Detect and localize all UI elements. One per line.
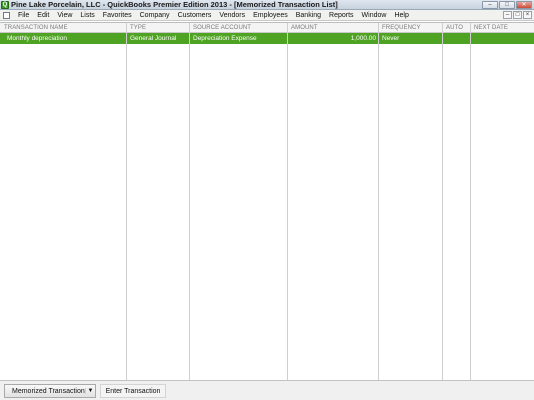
bottom-toolbar: Memorized Transaction ▼ Enter Transactio… xyxy=(0,380,534,400)
quickbooks-logo-icon: Q xyxy=(1,0,9,9)
menu-vendors[interactable]: Vendors xyxy=(215,12,249,19)
maximize-button[interactable]: □ xyxy=(499,1,515,9)
memorized-transaction-menu-button[interactable]: Memorized Transaction ▼ xyxy=(4,384,96,398)
cell-auto xyxy=(443,33,470,44)
col-amount[interactable]: AMOUNT xyxy=(288,23,378,33)
cell-source-account: Depreciation Expense xyxy=(193,35,257,42)
column-divider xyxy=(189,23,190,381)
menu-edit[interactable]: Edit xyxy=(33,12,53,19)
column-divider xyxy=(378,23,379,381)
column-divider xyxy=(470,23,471,381)
cell-frequency: Never xyxy=(382,35,400,42)
column-divider xyxy=(442,23,443,381)
window-controls: – □ ✕ xyxy=(482,1,532,9)
memorized-transaction-label: Memorized Transaction xyxy=(12,387,85,395)
document-window-controls: – □ × xyxy=(503,11,532,19)
menu-reports[interactable]: Reports xyxy=(325,12,358,19)
memorized-transaction-table: TRANSACTION NAME TYPE SOURCE ACCOUNT AMO… xyxy=(0,22,534,381)
col-type[interactable]: TYPE xyxy=(127,23,189,33)
col-source-account[interactable]: SOURCE ACCOUNT xyxy=(190,23,287,33)
cell-next-date xyxy=(471,33,534,44)
document-icon[interactable] xyxy=(3,11,10,19)
menu-help[interactable]: Help xyxy=(390,12,412,19)
menu-window[interactable]: Window xyxy=(358,12,391,19)
menu-lists[interactable]: Lists xyxy=(76,12,98,19)
doc-close-button[interactable]: × xyxy=(523,11,532,19)
cell-transaction-name: Monthly depreciation xyxy=(7,35,67,42)
menu-customers[interactable]: Customers xyxy=(174,12,216,19)
menu-employees[interactable]: Employees xyxy=(249,12,292,19)
menu-bar: File Edit View Lists Favorites Company C… xyxy=(0,10,534,21)
dropdown-arrow-icon[interactable]: ▼ xyxy=(85,388,95,394)
col-frequency[interactable]: FREQUENCY xyxy=(379,23,442,33)
menu-favorites[interactable]: Favorites xyxy=(99,12,136,19)
cell-amount: 1,000.00 xyxy=(350,35,376,42)
cell-type: General Journal xyxy=(130,35,177,42)
column-divider xyxy=(287,23,288,381)
minimize-button[interactable]: – xyxy=(482,1,498,9)
menu-view[interactable]: View xyxy=(53,12,76,19)
menu-file[interactable]: File xyxy=(14,12,33,19)
table-header: TRANSACTION NAME TYPE SOURCE ACCOUNT AMO… xyxy=(0,23,534,33)
enter-transaction-button[interactable]: Enter Transaction xyxy=(100,384,166,398)
window-title: Pine Lake Porcelain, LLC - QuickBooks Pr… xyxy=(11,0,338,9)
menu-company[interactable]: Company xyxy=(136,12,174,19)
col-next-date[interactable]: NEXT DATE xyxy=(471,23,534,33)
close-button[interactable]: ✕ xyxy=(516,1,532,9)
title-bar: Q Pine Lake Porcelain, LLC - QuickBooks … xyxy=(0,0,534,10)
col-auto[interactable]: AUTO xyxy=(443,23,470,33)
menu-banking[interactable]: Banking xyxy=(292,12,325,19)
table-row[interactable]: Monthly depreciation General Journal Dep… xyxy=(0,33,534,44)
doc-restore-button[interactable]: □ xyxy=(513,11,522,19)
column-divider xyxy=(126,23,127,381)
col-transaction-name[interactable]: TRANSACTION NAME xyxy=(1,23,126,33)
doc-minimize-button[interactable]: – xyxy=(503,11,512,19)
